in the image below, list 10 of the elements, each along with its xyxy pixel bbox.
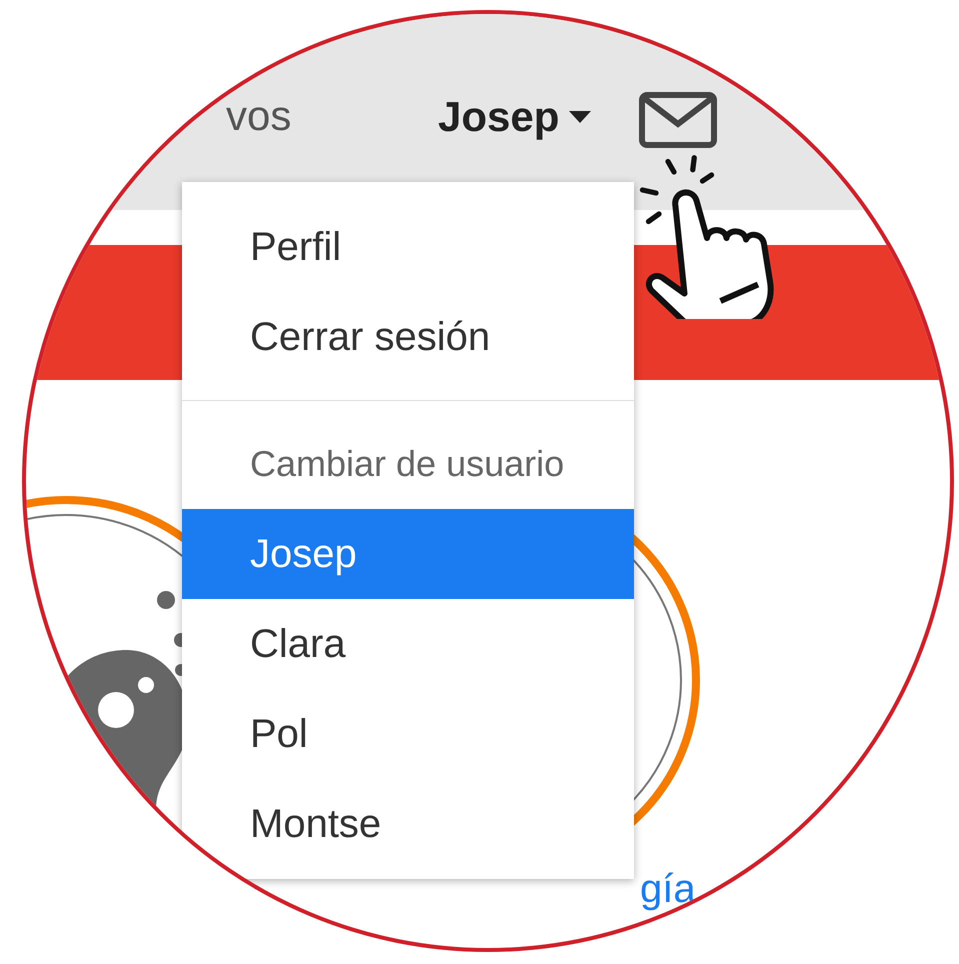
nav-link[interactable]: vos — [226, 92, 438, 140]
user-option[interactable]: Josep — [182, 509, 634, 599]
menu-section-header: Cambiar de usuario — [249, 442, 566, 486]
link-text[interactable]: gía — [640, 867, 696, 912]
user-option[interactable]: Clara — [182, 599, 634, 689]
user-option[interactable]: Pol — [182, 689, 634, 779]
user-option[interactable]: Montse — [182, 779, 634, 869]
menu-item[interactable]: Perfil — [182, 202, 634, 292]
user-menu-button[interactable]: Josep — [438, 92, 592, 142]
menu-item[interactable]: Cerrar sesión — [182, 292, 634, 382]
